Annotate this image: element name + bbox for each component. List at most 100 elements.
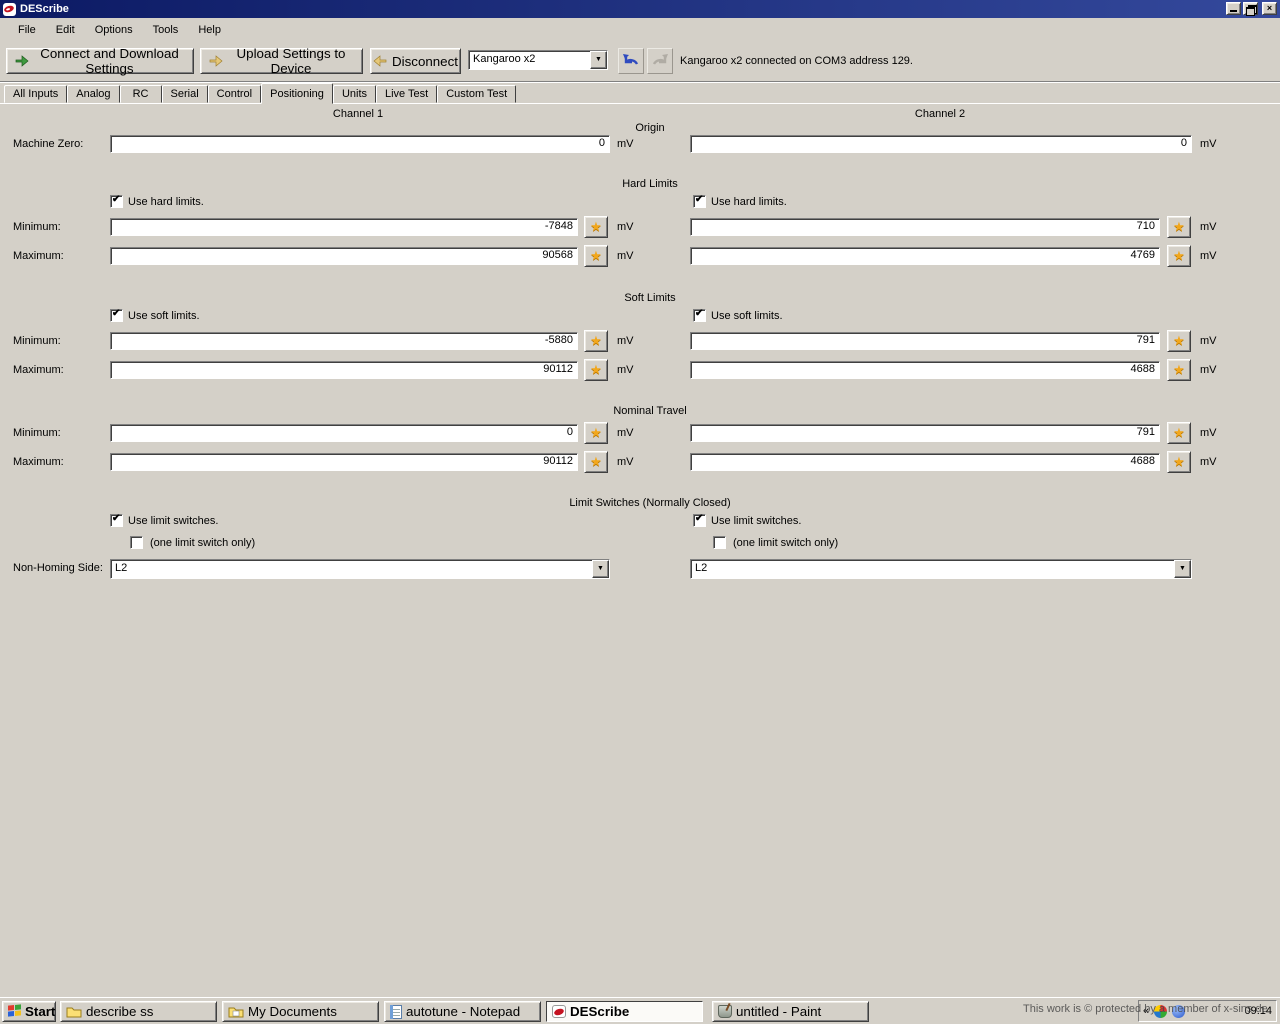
use-limit-switches-ch1-checkbox[interactable] [110, 514, 123, 527]
soft-min-ch2-input[interactable]: 791 [690, 332, 1160, 350]
soft-min-ch1-input[interactable]: -5880 [110, 332, 578, 350]
use-hard-limits-ch2-checkbox[interactable] [693, 195, 706, 208]
device-select-value: Kangaroo x2 [473, 53, 535, 65]
task-autotune-notepad[interactable]: autotune - Notepad [384, 1001, 541, 1022]
channel2-header: Channel 2 [740, 108, 1140, 120]
hard-min-ch2-capture-button[interactable]: ★ [1167, 216, 1191, 238]
machine-zero-ch1-unit: mV [617, 138, 634, 150]
task-describe-ss[interactable]: describe ss [60, 1001, 217, 1022]
non-homing-side-ch1-value: L2 [115, 562, 127, 574]
disconnect-label: Disconnect [392, 54, 458, 69]
use-limit-switches-ch2-label: Use limit switches. [711, 515, 801, 527]
non-homing-side-ch1-select[interactable]: L2 ▼ [110, 559, 610, 579]
hard-min-ch2-input[interactable]: 710 [690, 218, 1160, 236]
use-hard-limits-ch1-checkbox[interactable] [110, 195, 123, 208]
positioning-panel: Channel 1 Channel 2 Origin Machine Zero:… [0, 103, 1280, 997]
soft-min-ch2-capture-button[interactable]: ★ [1167, 330, 1191, 352]
notepad-icon [390, 1005, 402, 1019]
describe-app-icon [552, 1005, 566, 1018]
menu-edit[interactable]: Edit [46, 21, 85, 39]
menu-file[interactable]: File [8, 21, 46, 39]
soft-max-ch1-input[interactable]: 90112 [110, 361, 578, 379]
hard-max-ch1-input[interactable]: 90568 [110, 247, 578, 265]
task-label: describe ss [86, 1004, 153, 1019]
use-soft-limits-ch2-label: Use soft limits. [711, 310, 783, 322]
disconnect-button[interactable]: Disconnect [370, 48, 461, 74]
redo-button[interactable] [647, 48, 673, 74]
hard-max-ch1-capture-button[interactable]: ★ [584, 245, 608, 267]
soft-max-ch2-input[interactable]: 4688 [690, 361, 1160, 379]
minimize-button[interactable] [1226, 2, 1241, 15]
tab-all-inputs[interactable]: All Inputs [4, 85, 67, 103]
connect-download-button[interactable]: Connect and Download Settings [6, 48, 194, 74]
tab-control[interactable]: Control [208, 85, 261, 103]
one-limit-switch-ch2-checkbox[interactable] [713, 536, 726, 549]
nominal-max-ch1-input[interactable]: 90112 [110, 453, 578, 471]
tab-serial[interactable]: Serial [162, 85, 208, 103]
nominal-min-ch2-input[interactable]: 791 [690, 424, 1160, 442]
machine-zero-ch1-input[interactable]: 0 [110, 135, 610, 153]
origin-section-title: Origin [450, 122, 850, 134]
one-limit-switch-ch2-label: (one limit switch only) [733, 537, 838, 549]
undo-button[interactable] [618, 48, 644, 74]
app-icon [3, 3, 16, 16]
machine-zero-label: Machine Zero: [13, 138, 83, 150]
start-button[interactable]: Start [2, 1001, 56, 1022]
tray-chevron-icon[interactable]: « [1143, 1005, 1149, 1017]
soft-max-ch1-capture-button[interactable]: ★ [584, 359, 608, 381]
task-label: DEScribe [570, 1004, 629, 1019]
hard-min-ch1-capture-button[interactable]: ★ [584, 216, 608, 238]
task-label: autotune - Notepad [406, 1004, 520, 1019]
soft-min-label: Minimum: [13, 335, 61, 347]
menu-help[interactable]: Help [188, 21, 231, 39]
soft-max-ch2-capture-button[interactable]: ★ [1167, 359, 1191, 381]
nominal-max-ch2-input[interactable]: 4688 [690, 453, 1160, 471]
soft-min-ch2-unit: mV [1200, 335, 1217, 347]
task-my-documents[interactable]: My Documents [222, 1001, 379, 1022]
menu-tools[interactable]: Tools [143, 21, 189, 39]
undo-icon [622, 53, 640, 69]
soft-max-ch1-unit: mV [617, 364, 634, 376]
menu-bar: File Edit Options Tools Help [0, 18, 1280, 42]
nominal-min-ch1-capture-button[interactable]: ★ [584, 422, 608, 444]
nominal-max-ch1-unit: mV [617, 456, 634, 468]
use-limit-switches-ch2-checkbox[interactable] [693, 514, 706, 527]
tab-positioning[interactable]: Positioning [261, 83, 333, 104]
tab-custom-test[interactable]: Custom Test [437, 85, 516, 103]
device-select-arrow-icon[interactable]: ▼ [590, 51, 607, 69]
non-homing-side-ch2-arrow-icon[interactable]: ▼ [1174, 560, 1191, 578]
hard-max-ch2-input[interactable]: 4769 [690, 247, 1160, 265]
close-button[interactable]: × [1262, 2, 1277, 15]
paint-icon [718, 1005, 732, 1018]
non-homing-side-label: Non-Homing Side: [13, 562, 103, 574]
non-homing-side-ch2-select[interactable]: L2 ▼ [690, 559, 1192, 579]
nominal-max-ch2-capture-button[interactable]: ★ [1167, 451, 1191, 473]
soft-limits-section-title: Soft Limits [450, 292, 850, 304]
hard-max-ch2-capture-button[interactable]: ★ [1167, 245, 1191, 267]
tab-units[interactable]: Units [333, 85, 376, 103]
use-soft-limits-ch1-checkbox[interactable] [110, 309, 123, 322]
device-select[interactable]: Kangaroo x2 ▼ [468, 50, 608, 70]
use-soft-limits-ch2-checkbox[interactable] [693, 309, 706, 322]
nominal-min-ch1-input[interactable]: 0 [110, 424, 578, 442]
nominal-max-ch1-capture-button[interactable]: ★ [584, 451, 608, 473]
tab-rc[interactable]: RC [120, 85, 162, 103]
restore-button[interactable] [1243, 2, 1258, 15]
soft-min-ch1-capture-button[interactable]: ★ [584, 330, 608, 352]
hard-min-ch1-input[interactable]: -7848 [110, 218, 578, 236]
tab-strip: All Inputs Analog RC Serial Control Posi… [0, 82, 1280, 103]
menu-options[interactable]: Options [85, 21, 143, 39]
upload-settings-button[interactable]: Upload Settings to Device [200, 48, 363, 74]
nominal-min-ch2-unit: mV [1200, 427, 1217, 439]
non-homing-side-ch1-arrow-icon[interactable]: ▼ [592, 560, 609, 578]
tab-analog[interactable]: Analog [67, 85, 119, 103]
task-describe-active[interactable]: DEScribe [546, 1001, 703, 1022]
one-limit-switch-ch1-label: (one limit switch only) [150, 537, 255, 549]
nominal-min-ch2-capture-button[interactable]: ★ [1167, 422, 1191, 444]
machine-zero-ch2-input[interactable]: 0 [690, 135, 1192, 153]
one-limit-switch-ch1-checkbox[interactable] [130, 536, 143, 549]
tray-status-icon[interactable] [1154, 1005, 1167, 1018]
task-untitled-paint[interactable]: untitled - Paint [712, 1001, 869, 1022]
tab-live-test[interactable]: Live Test [376, 85, 437, 103]
tray-network-icon[interactable] [1172, 1005, 1185, 1018]
